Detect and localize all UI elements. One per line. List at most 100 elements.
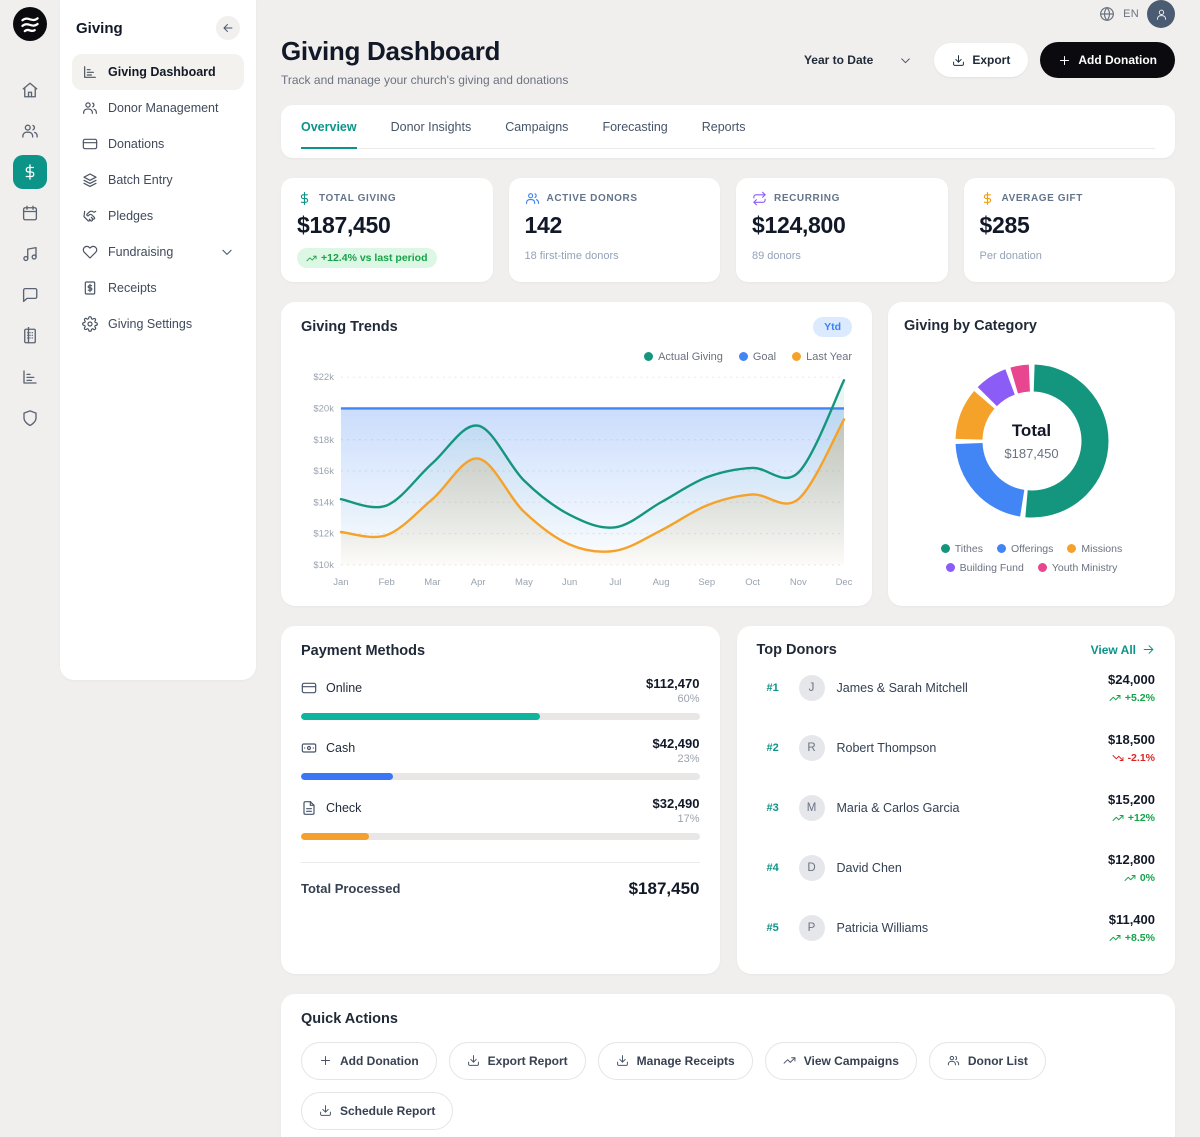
svg-text:$14k: $14k	[313, 497, 334, 508]
sidebar-item[interactable]: Donor Management	[72, 90, 244, 126]
payment-row: Cash $42,490 23%	[301, 736, 700, 780]
trending-down-icon	[1112, 752, 1124, 764]
legend-dot	[739, 352, 748, 361]
payment-bar-fill	[301, 713, 540, 720]
date-range-select[interactable]: Year to Date	[794, 44, 922, 76]
stat-subtext: Per donation	[980, 250, 1160, 262]
shield-icon	[21, 409, 39, 427]
person-icon	[1155, 8, 1168, 21]
quick-action-button[interactable]: Schedule Report	[301, 1092, 453, 1130]
payment-amount: $112,470	[646, 676, 700, 691]
user-avatar[interactable]	[1147, 0, 1175, 28]
sidebar-item[interactable]: Giving Dashboard	[72, 54, 244, 90]
stat-card: ACTIVE DONORS 142 18 first-time donors	[509, 178, 721, 282]
donor-row[interactable]: #1 J James & Sarah Mitchell $24,000 +5.2…	[757, 658, 1156, 718]
tab[interactable]: Forecasting	[602, 120, 667, 149]
rail-item[interactable]	[13, 155, 47, 189]
donor-row[interactable]: #2 R Robert Thompson $18,500 -2.1%	[757, 718, 1156, 778]
donor-row[interactable]: #4 D David Chen $12,800 0%	[757, 838, 1156, 898]
date-range-value: Year to Date	[804, 53, 873, 67]
export-button[interactable]: Export	[934, 43, 1028, 77]
quick-action-button[interactable]: Add Donation	[301, 1042, 437, 1080]
sidebar-item-label: Donations	[108, 137, 234, 151]
globe-icon[interactable]	[1099, 6, 1115, 22]
rail-item[interactable]	[13, 237, 47, 271]
mid-row: Payment Methods Online $112,470	[281, 626, 1175, 974]
legend-dot	[941, 544, 950, 553]
stat-value: 142	[525, 212, 705, 239]
rail-item[interactable]	[13, 278, 47, 312]
payment-bar-track	[301, 773, 700, 780]
legend-dot	[644, 352, 653, 361]
quick-action-button[interactable]: Manage Receipts	[598, 1042, 753, 1080]
view-all-link[interactable]: View All	[1091, 643, 1155, 657]
rail-item[interactable]	[13, 319, 47, 353]
legend-item: Goal	[739, 351, 776, 363]
svg-text:$20k: $20k	[313, 403, 334, 414]
card-icon	[82, 136, 98, 152]
trends-title: Giving Trends	[301, 319, 398, 335]
svg-text:$16k: $16k	[313, 466, 334, 477]
svg-text:$10k: $10k	[313, 559, 334, 570]
rail-item[interactable]	[13, 401, 47, 435]
donor-row[interactable]: #5 P Patricia Williams $11,400 +8.5%	[757, 898, 1156, 958]
donor-rank: #4	[767, 862, 787, 874]
donor-row[interactable]: #3 M Maria & Carlos Garcia $15,200 +12%	[757, 778, 1156, 838]
sidebar-item[interactable]: Batch Entry	[72, 162, 244, 198]
sidebar-item-label: Giving Settings	[108, 317, 234, 331]
header-controls: Year to Date Export Add Donation	[794, 42, 1175, 78]
sidebar-item[interactable]: Pledges	[72, 198, 244, 234]
sidebar-item[interactable]: Receipts	[72, 270, 244, 306]
donor-rows: #1 J James & Sarah Mitchell $24,000 +5.2…	[757, 658, 1156, 958]
rail-item[interactable]	[13, 73, 47, 107]
svg-text:Nov: Nov	[790, 576, 807, 587]
donor-avatar: M	[799, 795, 825, 821]
add-donation-button[interactable]: Add Donation	[1040, 42, 1175, 78]
rail-item[interactable]	[13, 360, 47, 394]
tab[interactable]: Campaigns	[505, 120, 568, 149]
receipt-icon	[82, 280, 98, 296]
sidebar-item-label: Pledges	[108, 209, 234, 223]
svg-text:Oct: Oct	[745, 576, 760, 587]
stat-label: TOTAL GIVING	[319, 193, 396, 204]
trending-up-icon	[1109, 692, 1121, 704]
svg-text:Feb: Feb	[378, 576, 394, 587]
donor-rank: #2	[767, 742, 787, 754]
donor-rank: #3	[767, 802, 787, 814]
stat-label: AVERAGE GIFT	[1002, 193, 1083, 204]
payment-bar-fill	[301, 773, 393, 780]
sidebar-item[interactable]: Donations	[72, 126, 244, 162]
period-badge[interactable]: Ytd	[813, 317, 852, 337]
payment-amount: $42,490	[653, 736, 700, 751]
rail-item[interactable]	[13, 114, 47, 148]
legend-dot	[946, 563, 955, 572]
language-label[interactable]: EN	[1123, 8, 1139, 20]
legend-item: Tithes	[941, 543, 983, 555]
donors-title: Top Donors	[757, 642, 837, 658]
flowbudd-logo[interactable]	[13, 7, 47, 41]
tab[interactable]: Donor Insights	[391, 120, 472, 149]
svg-text:Apr: Apr	[471, 576, 486, 587]
calendar-icon	[21, 204, 39, 222]
tab[interactable]: Reports	[702, 120, 746, 149]
quick-action-button[interactable]: View Campaigns	[765, 1042, 917, 1080]
quick-action-button[interactable]: Donor List	[929, 1042, 1046, 1080]
handshake-icon	[82, 208, 98, 224]
file-icon	[301, 800, 317, 816]
rail-items	[13, 73, 47, 442]
stat-label: ACTIVE DONORS	[547, 193, 638, 204]
quick-action-button[interactable]: Export Report	[449, 1042, 586, 1080]
donor-avatar: J	[799, 675, 825, 701]
donor-change: +8.5%	[1109, 932, 1155, 944]
sidebar-collapse-button[interactable]	[216, 16, 240, 40]
sidebar-item[interactable]: Giving Settings	[72, 306, 244, 342]
svg-text:$18k: $18k	[313, 434, 334, 445]
rail-item[interactable]	[13, 196, 47, 230]
payment-label: Cash	[326, 741, 355, 755]
banknote-icon	[301, 740, 317, 756]
tab[interactable]: Overview	[301, 120, 357, 149]
legend-dot	[997, 544, 1006, 553]
sidebar-item[interactable]: Fundraising	[72, 234, 244, 270]
payment-label: Check	[326, 801, 361, 815]
stat-card: TOTAL GIVING $187,450 +12.4% vs last per…	[281, 178, 493, 282]
